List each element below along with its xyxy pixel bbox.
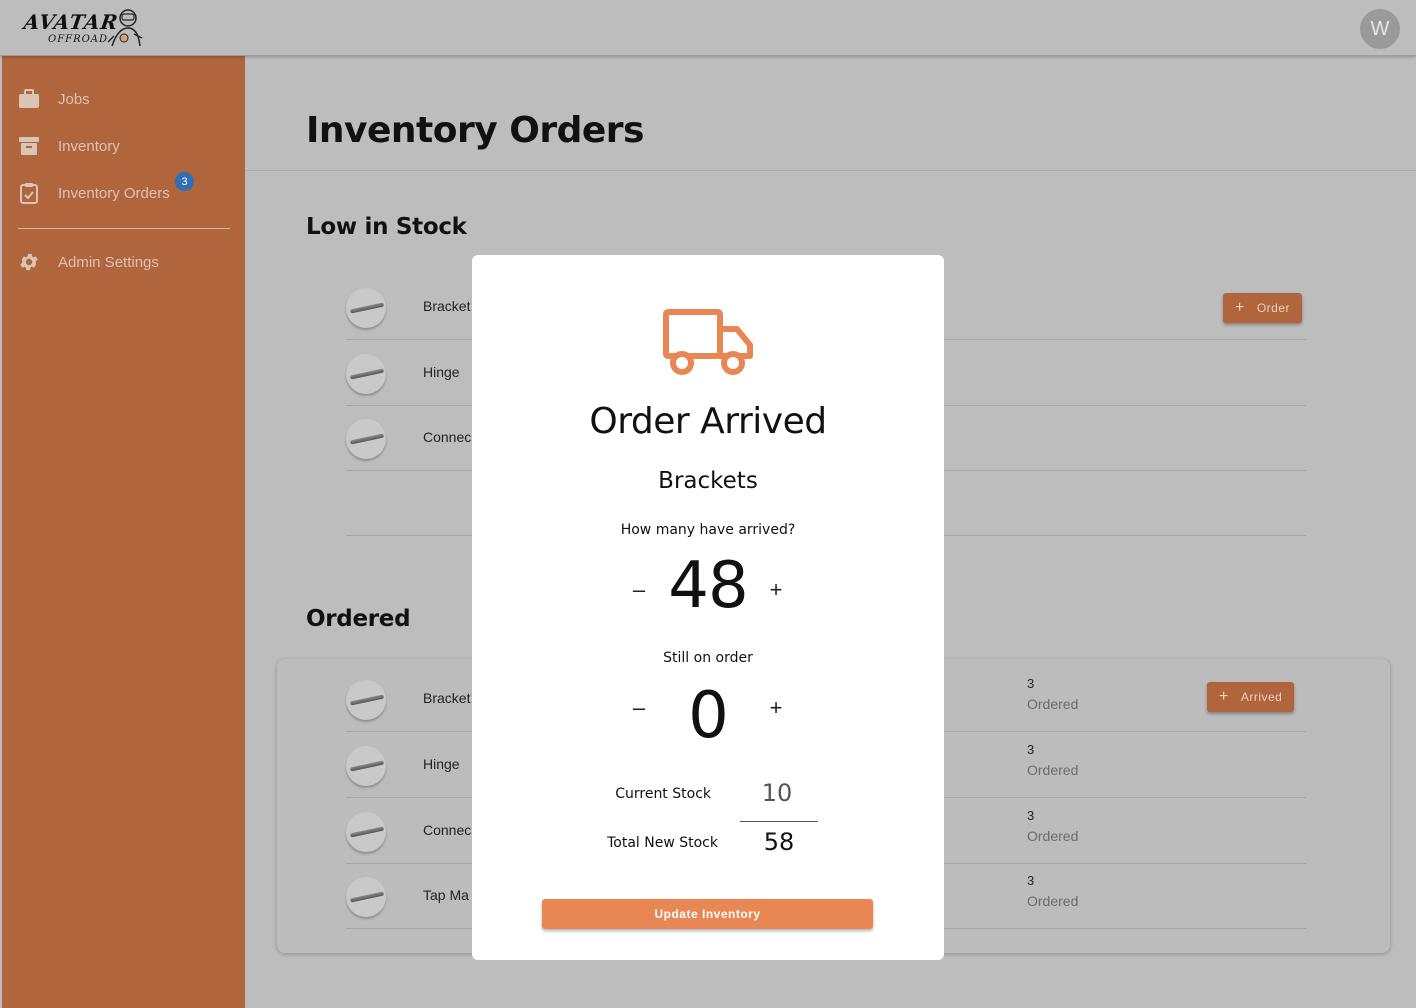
item-name: Bracket [423,298,471,314]
ordered-status: Ordered [1027,828,1079,844]
logo-subtitle: OFFROAD [48,34,109,45]
update-inventory-button[interactable]: Update Inventory [542,899,873,929]
order-button[interactable]: + Order [1223,293,1303,323]
title-divider [245,170,1416,171]
stock-sum-divider [740,821,818,822]
low-stock-heading: Low in Stock [306,214,467,240]
brand-logo[interactable]: AVATAR OFFROAD [22,6,146,52]
ordered-quantity: 3 [1027,676,1035,691]
plus-icon: + [1235,299,1245,316]
sidebar-item-label: Jobs [58,90,90,108]
page-title: Inventory Orders [306,110,644,151]
current-stock-value: 10 [761,779,793,807]
current-stock-label: Current Stock [615,786,711,802]
item-thumbnail [346,288,386,328]
notification-badge: 3 [175,172,194,191]
sidebar-item-inventory[interactable]: Inventory [18,131,120,161]
total-new-stock-label: Total New Stock [607,835,718,851]
sidebar-item-label: Admin Settings [58,253,159,271]
arrived-button[interactable]: + Arrived [1207,682,1295,712]
still-on-order-count[interactable]: 0 [648,679,768,753]
dialog-item-name: Brackets [658,468,758,494]
sidebar-divider [18,228,230,229]
item-name: Hinge [423,364,460,380]
item-name: Connec [423,429,472,445]
order-arrived-dialog: Order Arrived Brackets How many have arr… [472,255,944,960]
still-on-order-label: Still on order [663,650,753,666]
order-button-label: Order [1256,301,1291,315]
ordered-status: Ordered [1027,893,1079,909]
clipboard-check-icon [18,182,40,204]
arrived-button-label: Arrived [1240,690,1283,704]
sidebar-item-admin-settings[interactable]: Admin Settings [18,247,159,277]
arrived-increment-button[interactable]: + [761,575,791,605]
item-thumbnail [346,354,386,394]
briefcase-icon [18,88,40,110]
ordered-status: Ordered [1027,696,1079,712]
item-name: Hinge [423,756,460,772]
dialog-title: Order Arrived [589,401,827,442]
total-new-stock-value: 58 [763,828,795,856]
item-thumbnail [346,746,386,786]
item-name: Bracket [423,690,471,706]
arrived-question: How many have arrived? [620,522,796,538]
ordered-quantity: 3 [1027,873,1035,888]
sidebar: Jobs Inventory Inventory Orders 3 Admin … [2,56,245,1008]
item-name: Tap Ma [423,887,469,903]
ordered-status: Ordered [1027,762,1079,778]
archive-box-icon [18,135,40,157]
ordered-quantity: 3 [1027,808,1035,823]
top-app-bar: AVATAR OFFROAD W [0,0,1416,56]
arrived-count[interactable]: 48 [648,549,768,623]
on-order-increment-button[interactable]: + [761,693,791,723]
sidebar-item-label: Inventory [58,137,120,155]
user-avatar[interactable]: W [1360,9,1400,49]
item-name: Connec [423,822,472,838]
item-thumbnail [346,680,386,720]
offroad-mascot-icon [107,9,143,47]
delivery-truck-icon [663,309,753,375]
ordered-quantity: 3 [1027,742,1035,757]
item-thumbnail [346,877,386,917]
sidebar-item-inventory-orders[interactable]: Inventory Orders [18,178,170,208]
sidebar-item-jobs[interactable]: Jobs [18,84,90,114]
sidebar-item-label: Inventory Orders [58,184,170,202]
item-thumbnail [346,812,386,852]
plus-icon: + [1219,688,1229,705]
ordered-heading: Ordered [306,606,411,632]
gear-icon [18,251,40,273]
item-thumbnail [346,419,386,459]
